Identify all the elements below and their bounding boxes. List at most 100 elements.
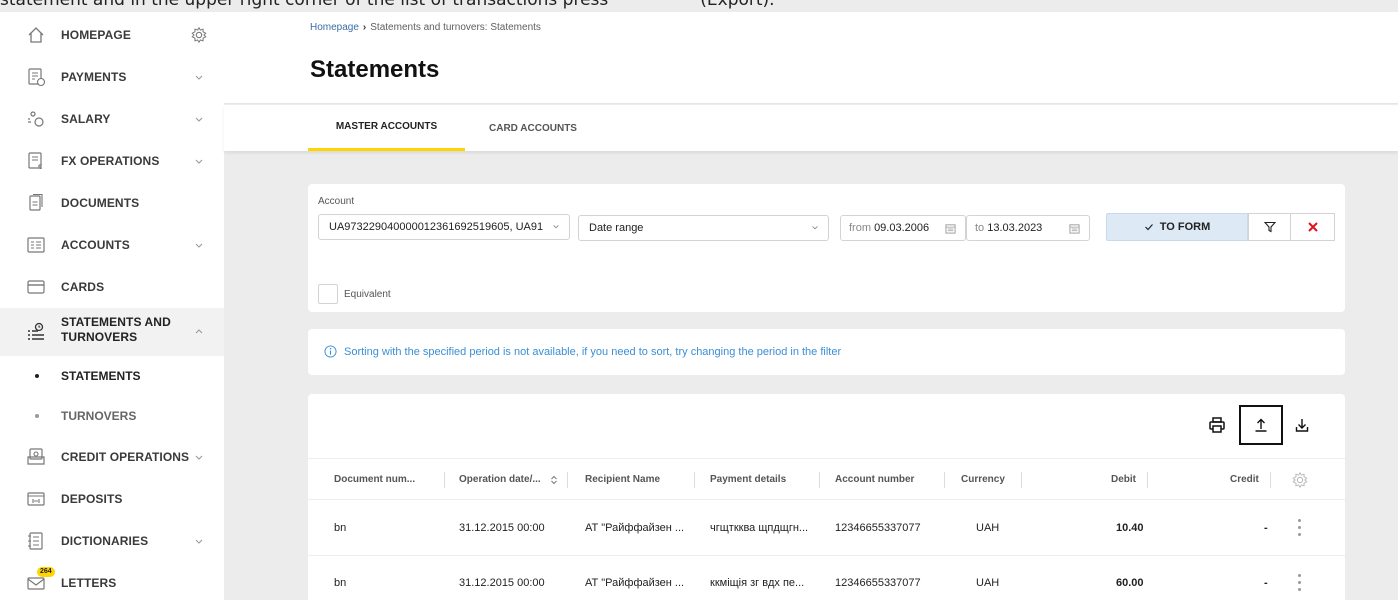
sidebar-item-salary[interactable]: SALARY — [0, 98, 224, 140]
operation-date-cell: 31.12.2015 00:00 — [459, 522, 545, 534]
column-header-document-number[interactable]: Document num... — [334, 459, 415, 501]
instruction-text: statement and in the upper right corner … — [0, 0, 1398, 9]
column-header-recipient-name[interactable]: Recipient Name — [585, 459, 660, 501]
sidebar-item-documents[interactable]: DOCUMENTS — [0, 182, 224, 224]
gear-icon[interactable] — [1291, 471, 1309, 489]
debit-cell: 60.00 — [1116, 577, 1144, 589]
column-header-debit[interactable]: Debit — [1111, 459, 1136, 501]
column-divider — [1021, 472, 1022, 488]
equivalent-checkbox[interactable] — [318, 284, 338, 304]
sidebar-item-accounts[interactable]: ACCOUNTS — [0, 224, 224, 266]
chevron-right-icon: › — [362, 22, 367, 33]
fx-operations-icon: € — [28, 152, 42, 171]
account-number-cell: 12346655337077 — [835, 522, 921, 534]
breadcrumb: Homepage › Statements and turnovers: State… — [310, 22, 541, 33]
to-form-button[interactable]: TO FORM — [1106, 213, 1248, 241]
column-divider — [567, 472, 568, 488]
dictionaries-icon — [28, 532, 43, 550]
chevron-down-icon — [812, 226, 818, 230]
bullet-icon — [35, 374, 39, 378]
sidebar-item-statements-and-turnovers-label: STATEMENTS AND TURNOVERS — [61, 315, 171, 344]
date-to-field[interactable]: to 13.03.2023 — [966, 215, 1090, 241]
period-select[interactable]: Date range — [578, 215, 829, 241]
operation-date-cell: 31.12.2015 00:00 — [459, 577, 545, 589]
sidebar-item-statements-and-turnovers[interactable]: STATEMENTS AND TURNOVERS — [0, 308, 224, 356]
table-row[interactable]: bn 31.12.2015 00:00 АТ "Райффайзен ... ч… — [308, 501, 1345, 556]
credit-cell: - — [1264, 577, 1268, 589]
column-divider — [1270, 472, 1271, 488]
sidebar-item-cards[interactable]: CARDS — [0, 266, 224, 308]
more-options-icon[interactable] — [1298, 519, 1302, 539]
chevron-down-icon — [195, 243, 203, 248]
salary-icon — [28, 111, 44, 127]
document-number-cell: bn — [334, 522, 347, 534]
credit-cell: - — [1264, 522, 1268, 534]
page-header: Homepage › Statements and turnovers: State… — [224, 12, 1398, 104]
clear-filter-button[interactable] — [1291, 213, 1335, 241]
home-icon — [28, 27, 44, 43]
column-header-credit[interactable]: Credit — [1230, 459, 1259, 501]
account-select[interactable]: UA973229040000012361692519605, UA91 — [318, 214, 570, 240]
payment-details-cell: ккміщія зг вдх пе... — [710, 577, 805, 589]
tabs-bar: MASTER ACCOUNTS CARD ACCOUNTS — [224, 105, 1398, 151]
check-icon — [1144, 224, 1153, 231]
column-header-operation-date[interactable]: Operation date/... — [459, 459, 541, 501]
debit-cell: 10.40 — [1116, 522, 1144, 534]
table-row[interactable]: bn 31.12.2015 00:00 АТ "Райффайзен ... к… — [308, 556, 1345, 600]
payment-details-cell: чгщткква щпдщгн... — [710, 522, 809, 534]
sidebar-item-deposits[interactable]: DEPOSITS — [0, 478, 224, 520]
document-number-cell: bn — [334, 577, 347, 589]
calendar-icon[interactable] — [1069, 223, 1080, 234]
currency-cell: UAH — [976, 522, 1000, 534]
breadcrumb-home-link[interactable]: Homepage — [310, 22, 359, 33]
download-icon — [1295, 419, 1309, 432]
chevron-down-icon — [195, 159, 203, 164]
breadcrumb-current: Statements and turnovers: Statements — [370, 22, 541, 33]
bullet-icon — [35, 414, 39, 418]
calendar-icon[interactable] — [945, 223, 956, 234]
deposits-icon — [27, 492, 45, 506]
credit-icon — [27, 448, 45, 465]
equivalent-label: Equivalent — [344, 289, 391, 300]
page-title: Statements — [310, 56, 440, 83]
export-button[interactable] — [1250, 414, 1272, 436]
print-icon — [1209, 417, 1225, 433]
sidebar-subitem-statements[interactable]: STATEMENTS — [0, 356, 224, 396]
unread-count-badge: 264 — [37, 567, 55, 577]
column-header-account-number[interactable]: Account number — [835, 459, 914, 501]
column-divider — [694, 472, 695, 488]
tab-card-accounts[interactable]: CARD ACCOUNTS — [474, 105, 592, 151]
sort-icon[interactable] — [550, 475, 558, 485]
payments-icon — [28, 68, 46, 87]
column-header-currency[interactable]: Currency — [961, 459, 1005, 501]
print-button[interactable] — [1206, 414, 1228, 436]
sidebar-item-dictionaries[interactable]: DICTIONARIES — [0, 520, 224, 562]
filter-button[interactable] — [1248, 213, 1291, 241]
recipient-name-cell: АТ "Райффайзен ... — [585, 522, 685, 534]
column-divider — [944, 472, 945, 488]
chevron-down-icon — [195, 539, 203, 544]
svg-text:€: € — [38, 163, 42, 171]
download-button[interactable] — [1291, 414, 1313, 436]
documents-icon — [29, 193, 43, 211]
sidebar-item-payments[interactable]: PAYMENTS — [0, 56, 224, 98]
chevron-down-icon — [553, 225, 559, 229]
column-header-payment-details[interactable]: Payment details — [710, 459, 786, 501]
table-header: Document num... Operation date/... Recip… — [308, 458, 1345, 500]
gear-icon[interactable] — [190, 26, 208, 44]
chevron-down-icon — [195, 75, 203, 80]
close-icon — [1307, 222, 1318, 232]
more-options-icon[interactable] — [1298, 574, 1302, 594]
sidebar-item-fx-operations[interactable]: € FX OPERATIONS — [0, 140, 224, 182]
info-banner: Sorting with the specified period is not… — [308, 329, 1345, 375]
chevron-up-icon — [195, 329, 203, 334]
sidebar-item-credit-operations[interactable]: CREDIT OPERATIONS — [0, 436, 224, 478]
sidebar-item-homepage[interactable]: HOMEPAGE — [0, 14, 224, 56]
currency-cell: UAH — [976, 577, 1000, 589]
date-from-field[interactable]: from 09.03.2006 — [840, 215, 966, 241]
account-number-cell: 12346655337077 — [835, 577, 921, 589]
recipient-name-cell: АТ "Райффайзен ... — [585, 577, 685, 589]
sidebar-subitem-turnovers[interactable]: TURNOVERS — [0, 396, 224, 436]
tab-master-accounts[interactable]: MASTER ACCOUNTS — [308, 105, 465, 151]
sidebar-item-letters[interactable]: 264 LETTERS — [0, 562, 224, 600]
